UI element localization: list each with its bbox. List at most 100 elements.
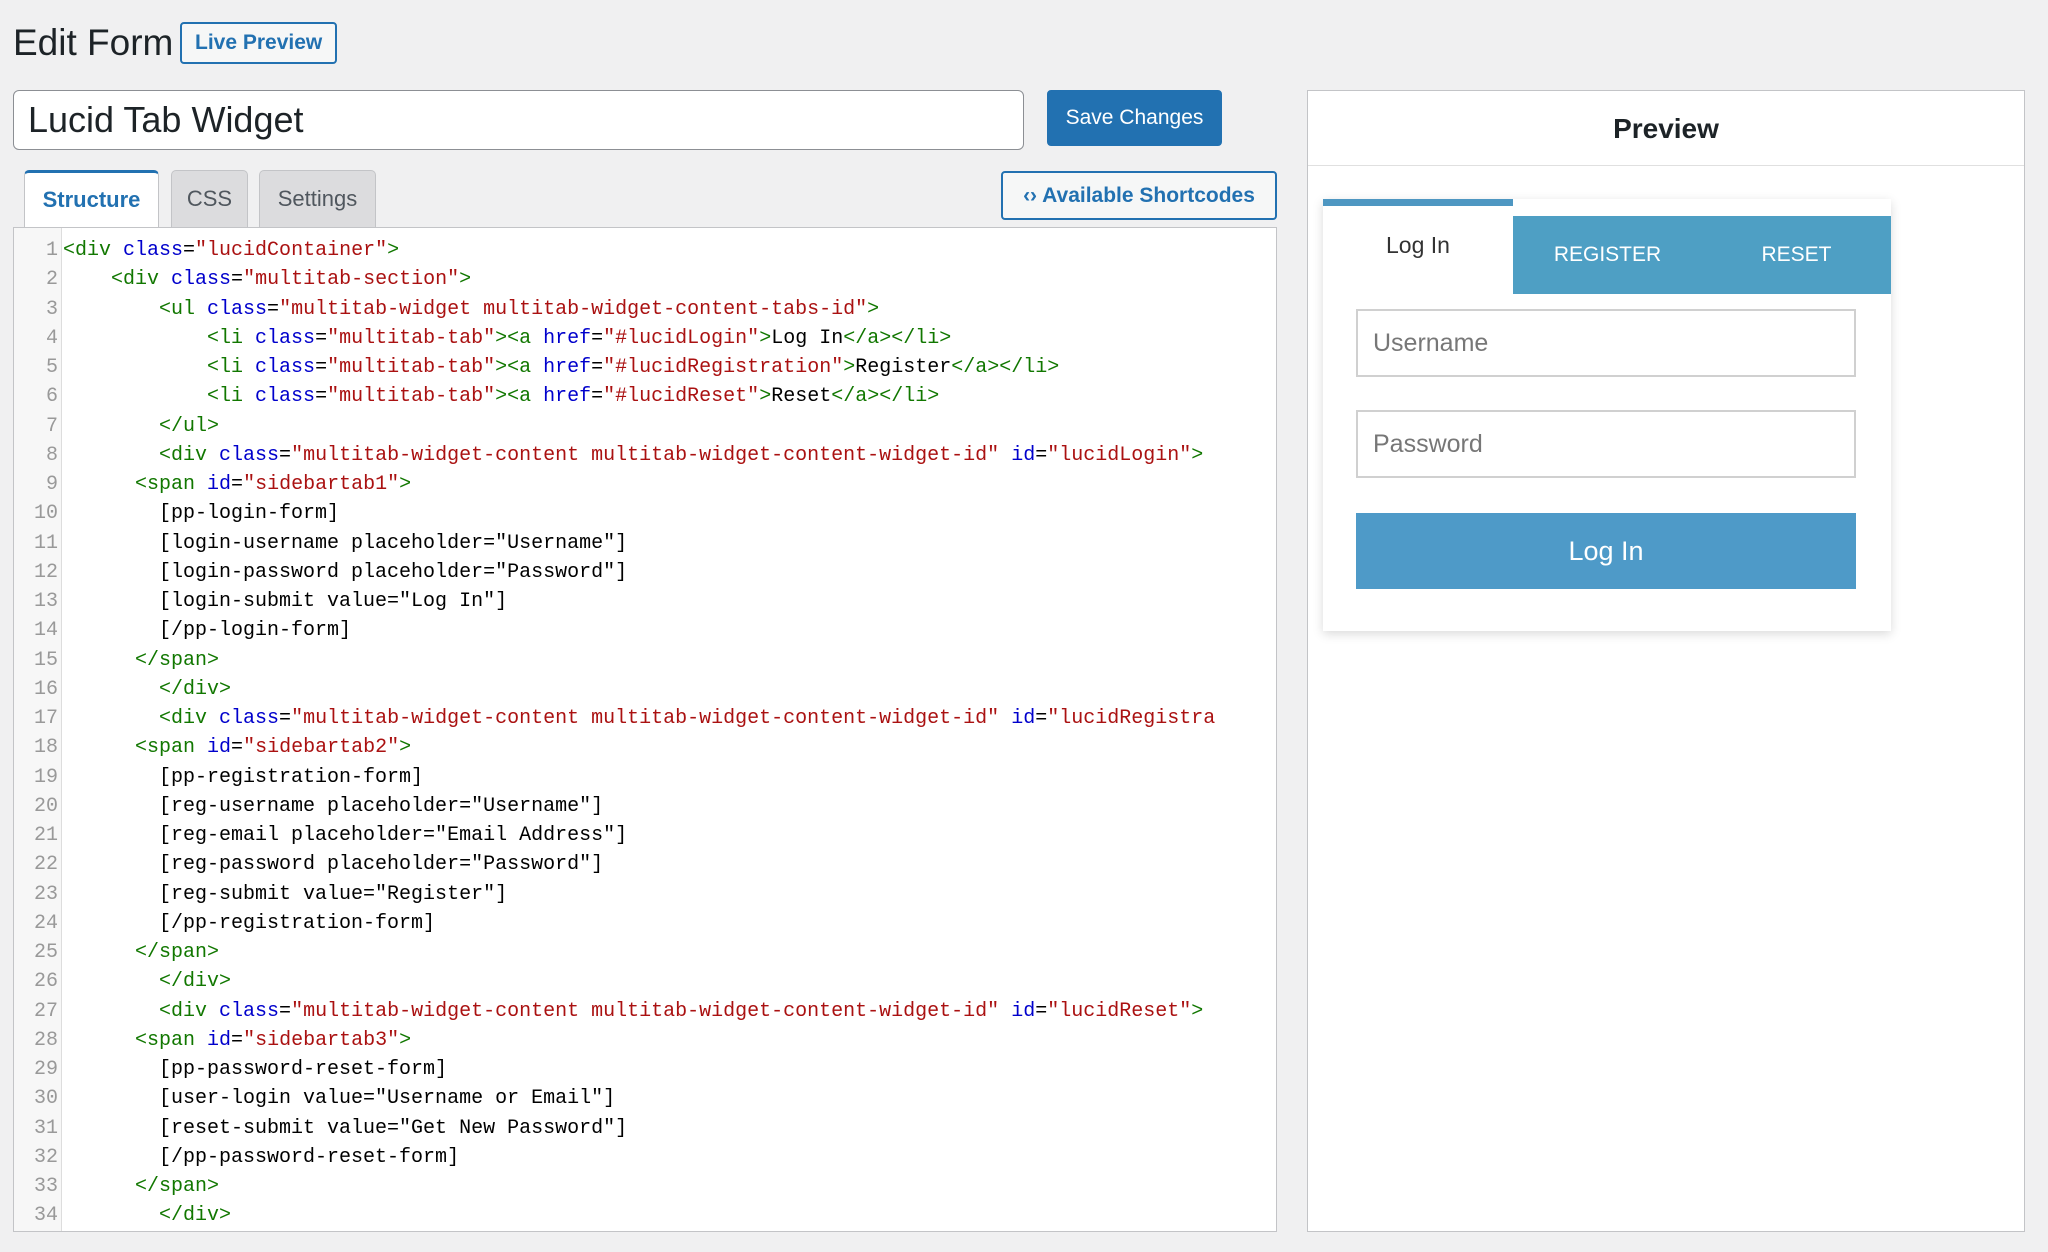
- line-number: 12: [33, 560, 58, 584]
- code-text: </div>: [159, 677, 232, 701]
- code-line[interactable]: 34 </div>: [14, 1201, 1276, 1230]
- code-text: <ul class="multitab-widget multitab-widg…: [159, 297, 880, 321]
- code-line[interactable]: 1 <div class="lucidContainer">: [14, 236, 1276, 265]
- code-text: </div>: [159, 1204, 232, 1228]
- code-line[interactable]: 18 <span id="sidebartab2">: [14, 733, 1276, 762]
- preview-tab-bar: REGISTER RESET: [1513, 216, 1891, 294]
- code-line[interactable]: 11 [login-username placeholder="Username…: [14, 529, 1276, 558]
- code-line[interactable]: 20 [reg-username placeholder="Username"]: [14, 792, 1276, 821]
- code-text: <li class="multitab-tab"><a href="#lucid…: [207, 356, 1060, 379]
- code-line[interactable]: 16 </div>: [14, 675, 1276, 704]
- code-text: </div>: [159, 970, 232, 994]
- preview-tab-register[interactable]: REGISTER: [1513, 216, 1702, 294]
- code-text: <span id="sidebartab2">: [135, 736, 412, 760]
- preview-login-button[interactable]: Log In: [1356, 513, 1856, 589]
- code-line[interactable]: 21 [reg-email placeholder="Email Address…: [14, 821, 1276, 850]
- code-text: [login-submit value="Log In"]: [63, 590, 508, 613]
- active-tab-indicator: [1323, 199, 1513, 206]
- code-line[interactable]: 32 [/pp-password-reset-form]: [14, 1143, 1276, 1172]
- code-content[interactable]: 1 <div class="lucidContainer"> 2 <div clas…: [14, 236, 1276, 1231]
- line-number: 16: [33, 677, 58, 701]
- line-number: 17: [33, 707, 58, 730]
- code-text: </span>: [135, 941, 220, 964]
- line-number: 33: [33, 1175, 58, 1198]
- code-line[interactable]: 12 [login-password placeholder="Password…: [14, 558, 1276, 587]
- preview-password-input[interactable]: Password: [1356, 410, 1856, 478]
- code-line[interactable]: 9 <span id="sidebartab1">: [14, 470, 1276, 499]
- code-line[interactable]: 30 [user-login value="Username or Email"…: [14, 1084, 1276, 1113]
- code-line[interactable]: 27 <div class="multitab-widget-content m…: [14, 997, 1276, 1026]
- line-number: 27: [33, 999, 58, 1023]
- code-line[interactable]: 17 <div class="multitab-widget-content m…: [14, 704, 1276, 733]
- line-number: 28: [33, 1028, 58, 1052]
- line-number: 18: [33, 736, 58, 760]
- line-number: 9: [45, 473, 58, 496]
- code-line[interactable]: 6 <li class="multitab-tab"><a href="#luc…: [14, 382, 1276, 411]
- line-number: 3: [45, 297, 58, 321]
- code-text: <span id="sidebartab3">: [135, 1028, 412, 1052]
- line-number: 19: [33, 765, 58, 789]
- code-text: [/pp-registration-form]: [63, 911, 436, 935]
- code-line[interactable]: 14 [/pp-login-form]: [14, 616, 1276, 645]
- line-number: 30: [33, 1087, 58, 1111]
- code-line[interactable]: 24 [/pp-registration-form]: [14, 909, 1276, 938]
- line-number: 13: [33, 590, 58, 613]
- code-text: <div class="multitab-section">: [111, 268, 472, 292]
- available-shortcodes-label: Available Shortcodes: [1042, 184, 1255, 207]
- code-text: [/pp-password-reset-form]: [63, 1145, 460, 1169]
- line-number: 24: [33, 911, 58, 935]
- code-text: <li class="multitab-tab"><a href="#lucid…: [207, 385, 940, 409]
- tab-css[interactable]: CSS: [171, 170, 248, 228]
- code-line[interactable]: 3 <ul class="multitab-widget multitab-wi…: [14, 295, 1276, 324]
- line-number: 26: [33, 970, 58, 994]
- preview-panel: Preview Log In REGISTER RESET Username P…: [1307, 90, 2025, 1232]
- form-title-input[interactable]: Lucid Tab Widget: [13, 90, 1024, 150]
- code-line[interactable]: 8 <div class="multitab-widget-content mu…: [14, 441, 1276, 470]
- code-editor[interactable]: 1 <div class="lucidContainer"> 2 <div clas…: [13, 227, 1277, 1232]
- line-number: 21: [33, 824, 58, 847]
- code-text: <li class="multitab-tab"><a href="#lucid…: [207, 326, 952, 350]
- line-number: 6: [45, 385, 58, 409]
- code-line[interactable]: 29 [pp-password-reset-form]: [14, 1055, 1276, 1084]
- line-number: 34: [33, 1204, 58, 1228]
- code-line[interactable]: 7 </ul>: [14, 412, 1276, 441]
- code-line[interactable]: 23 [reg-submit value="Register"]: [14, 880, 1276, 909]
- line-number: 5: [45, 356, 58, 379]
- code-line[interactable]: 28 <span id="sidebartab3">: [14, 1026, 1276, 1055]
- preview-title: Preview: [1308, 91, 2024, 166]
- code-text: <div class="multitab-widget-content mult…: [159, 707, 1216, 730]
- line-number: 7: [45, 414, 58, 438]
- code-line[interactable]: 2 <div class="multitab-section">: [14, 265, 1276, 294]
- code-text: [user-login value="Username or Email"]: [63, 1087, 616, 1111]
- line-number: 22: [33, 853, 58, 877]
- line-number: 29: [33, 1058, 58, 1081]
- code-line[interactable]: 15 </span>: [14, 646, 1276, 675]
- code-text: [pp-login-form]: [63, 502, 340, 526]
- tab-settings[interactable]: Settings: [259, 170, 376, 228]
- line-number: 14: [33, 619, 58, 643]
- preview-tab-login[interactable]: Log In: [1323, 206, 1513, 284]
- code-text: [reset-submit value="Get New Password"]: [63, 1116, 628, 1140]
- code-line[interactable]: 5 <li class="multitab-tab"><a href="#luc…: [14, 353, 1276, 382]
- line-number: 15: [33, 648, 58, 672]
- code-line[interactable]: 4 <li class="multitab-tab"><a href="#luc…: [14, 324, 1276, 353]
- code-line[interactable]: 10 [pp-login-form]: [14, 499, 1276, 528]
- code-text: </span>: [135, 648, 220, 672]
- code-line[interactable]: 31 [reset-submit value="Get New Password…: [14, 1114, 1276, 1143]
- code-line[interactable]: 19 [pp-registration-form]: [14, 763, 1276, 792]
- code-line[interactable]: 25 </span>: [14, 938, 1276, 967]
- save-changes-button[interactable]: Save Changes: [1047, 90, 1222, 146]
- code-text: [reg-email placeholder="Email Address"]: [63, 824, 628, 847]
- code-line[interactable]: 33 </span>: [14, 1172, 1276, 1201]
- line-number: 10: [33, 502, 58, 526]
- preview-tab-reset[interactable]: RESET: [1702, 216, 1891, 294]
- code-line[interactable]: 26 </div>: [14, 967, 1276, 996]
- tab-structure[interactable]: Structure: [24, 170, 159, 229]
- line-number: 31: [33, 1116, 58, 1140]
- preview-username-input[interactable]: Username: [1356, 309, 1856, 377]
- live-preview-button[interactable]: Live Preview: [180, 22, 338, 64]
- code-line[interactable]: 13 [login-submit value="Log In"]: [14, 587, 1276, 616]
- code-text: [login-password placeholder="Password"]: [63, 560, 628, 584]
- available-shortcodes-button[interactable]: ‹› Available Shortcodes: [1001, 171, 1277, 220]
- code-line[interactable]: 22 [reg-password placeholder="Password"]: [14, 850, 1276, 879]
